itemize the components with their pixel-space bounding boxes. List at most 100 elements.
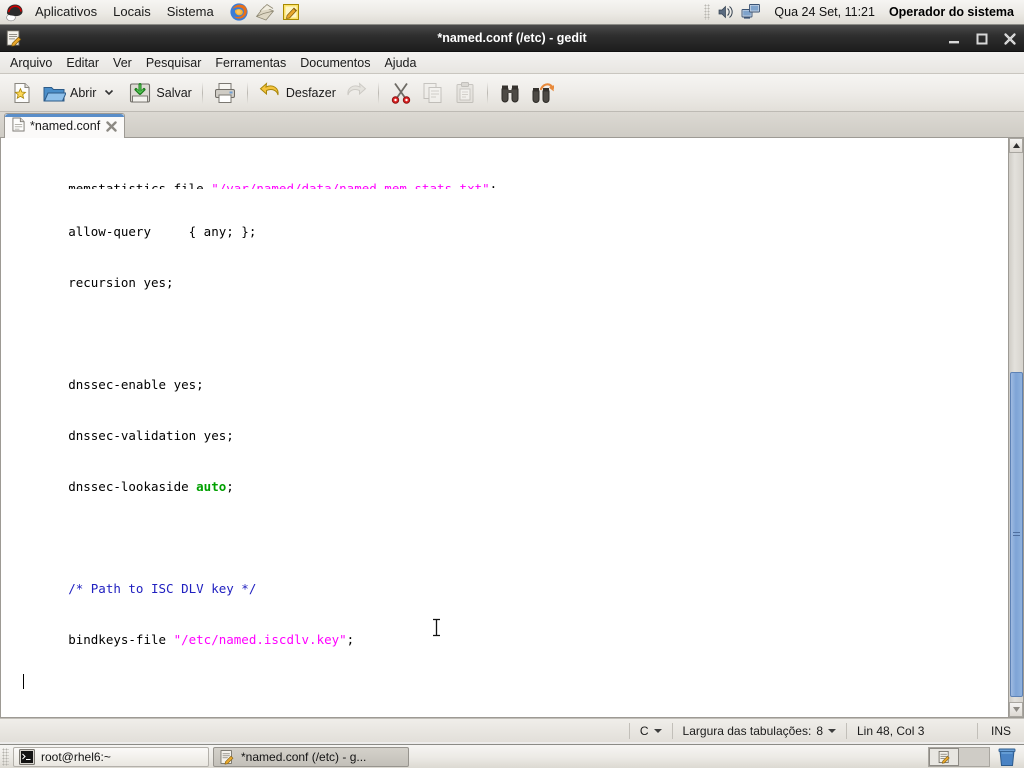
gedit-icon[interactable] <box>280 1 302 23</box>
language-selector[interactable]: C <box>630 724 672 738</box>
menu-pesquisar[interactable]: Pesquisar <box>139 53 209 73</box>
workspace-switcher[interactable] <box>928 746 990 767</box>
document-file-icon <box>12 117 25 135</box>
tab-width-selector[interactable]: Largura das tabulações: 8 <box>673 724 846 738</box>
print-icon <box>214 82 235 103</box>
undo-button-label: Desfazer <box>285 85 336 100</box>
cursor-position: Lin 48, Col 3 <box>857 723 925 738</box>
source-code-content: memstatistics-file "/var/named/data/name… <box>8 138 1008 717</box>
code-line: allow-query { any; }; <box>8 224 257 239</box>
code-line: dnssec-validation yes; <box>8 428 234 443</box>
toolbar-separator-4 <box>486 81 488 104</box>
menu-ajuda[interactable]: Ajuda <box>377 53 423 73</box>
close-button[interactable] <box>1002 31 1018 47</box>
text-view[interactable]: memstatistics-file "/var/named/data/name… <box>1 138 1008 717</box>
document-tab-label: *named.conf <box>30 119 101 133</box>
vertical-scrollbar[interactable] <box>1008 138 1023 717</box>
firefox-icon[interactable] <box>228 1 250 23</box>
print-button[interactable] <box>209 78 241 108</box>
menu-editar[interactable]: Editar <box>59 53 106 73</box>
scrollbar-thumb[interactable] <box>1010 372 1023 697</box>
cut-scissors-icon <box>391 82 411 104</box>
menu-arquivo[interactable]: Arquivo <box>3 53 59 73</box>
tab-width-value: 8 <box>816 723 823 738</box>
toolbar-separator-3 <box>377 81 379 104</box>
editor-area: memstatistics-file "/var/named/data/name… <box>0 138 1024 718</box>
new-document-icon <box>14 82 30 103</box>
network-icon[interactable] <box>740 1 762 23</box>
toolbar: Abrir Salvar Desfazer <box>0 74 1024 112</box>
toolbar-separator-1 <box>201 81 203 104</box>
menu-ferramentas[interactable]: Ferramentas <box>208 53 293 73</box>
save-button-label: Salvar <box>156 85 192 100</box>
text-caret <box>23 674 24 689</box>
insert-mode-indicator[interactable]: INS <box>978 724 1024 738</box>
open-dropdown-chevron-icon[interactable] <box>104 86 114 100</box>
gedit-window: *named.conf (/etc) - gedit Arquivo Edita… <box>0 25 1024 744</box>
code-line: bindkeys-file "/etc/named.iscdlv.key"; <box>8 632 355 647</box>
trash-icon[interactable] <box>996 746 1018 768</box>
replace-button[interactable] <box>526 78 558 108</box>
save-button[interactable]: Salvar <box>124 78 195 108</box>
window-titlebar[interactable]: *named.conf (/etc) - gedit <box>0 25 1024 52</box>
redo-icon <box>347 81 367 95</box>
scroll-down-button[interactable] <box>1009 702 1023 717</box>
code-line: memstatistics-file "/var/named/data/name… <box>8 181 498 189</box>
taskbar-item-gedit[interactable]: *named.conf (/etc) - g... <box>213 746 409 767</box>
undo-button[interactable]: Desfazer <box>254 78 340 108</box>
document-tabbar: *named.conf <box>0 112 1024 138</box>
window-title: *named.conf (/etc) - gedit <box>437 31 587 45</box>
close-tab-icon[interactable] <box>105 120 118 133</box>
open-folder-icon <box>43 86 66 101</box>
redhat-logo-icon[interactable] <box>3 1 25 23</box>
workspace-2[interactable] <box>959 748 989 766</box>
maximize-button[interactable] <box>974 31 990 47</box>
terminal-icon <box>19 748 35 765</box>
panel-menu-aplicativos[interactable]: Aplicativos <box>28 2 104 22</box>
evolution-icon[interactable] <box>254 1 276 23</box>
taskbar-item-terminal[interactable]: root@rhel6:~ <box>13 746 209 767</box>
gedit-window-icon <box>5 29 23 47</box>
gnome-top-panel: Aplicativos Locais Sistema Qua 24 Set, 1… <box>0 0 1024 25</box>
menubar: Arquivo Editar Ver Pesquisar Ferramentas… <box>0 52 1024 74</box>
replace-binoculars-icon <box>532 82 554 103</box>
find-button[interactable] <box>494 78 526 108</box>
gedit-icon <box>219 749 235 765</box>
workspace-1[interactable] <box>929 747 959 766</box>
panel-grip <box>704 4 711 20</box>
code-line: /* Path to ISC DLV key */ <box>8 581 257 596</box>
find-binoculars-icon <box>501 85 519 102</box>
menu-ver[interactable]: Ver <box>106 53 139 73</box>
scrollbar-grip-icon <box>1013 531 1020 538</box>
chevron-down-icon <box>653 728 662 733</box>
menu-documentos[interactable]: Documentos <box>293 53 377 73</box>
panel-grip <box>2 747 9 766</box>
minimize-button[interactable] <box>946 31 962 47</box>
code-line: recursion yes; <box>8 275 174 290</box>
code-line: dnssec-lookaside auto; <box>8 479 234 494</box>
open-button[interactable]: Abrir <box>38 78 118 108</box>
panel-menu-sistema[interactable]: Sistema <box>160 2 221 22</box>
save-icon <box>130 82 151 103</box>
new-document-button[interactable] <box>6 78 38 108</box>
chevron-down-icon <box>828 728 836 733</box>
panel-user-menu[interactable]: Operador do sistema <box>885 5 1024 19</box>
taskbar-item-label: *named.conf (/etc) - g... <box>241 749 367 764</box>
panel-clock[interactable]: Qua 24 Set, 11:21 <box>764 5 885 19</box>
taskbar-item-label: root@rhel6:~ <box>41 749 111 764</box>
document-tab[interactable]: *named.conf <box>4 113 126 138</box>
code-line: dnssec-enable yes; <box>8 377 204 392</box>
volume-icon[interactable] <box>714 1 736 23</box>
paste-icon <box>456 81 474 103</box>
scroll-up-button[interactable] <box>1009 138 1023 153</box>
open-button-label: Abrir <box>70 85 97 100</box>
panel-menu-locais[interactable]: Locais <box>106 2 158 22</box>
window-controls <box>946 25 1018 52</box>
cut-button[interactable] <box>385 78 417 108</box>
language-label: C <box>639 723 649 738</box>
statusbar: C Largura das tabulações: 8 Lin 48, Col … <box>0 718 1024 742</box>
toolbar-separator-2 <box>246 81 248 104</box>
